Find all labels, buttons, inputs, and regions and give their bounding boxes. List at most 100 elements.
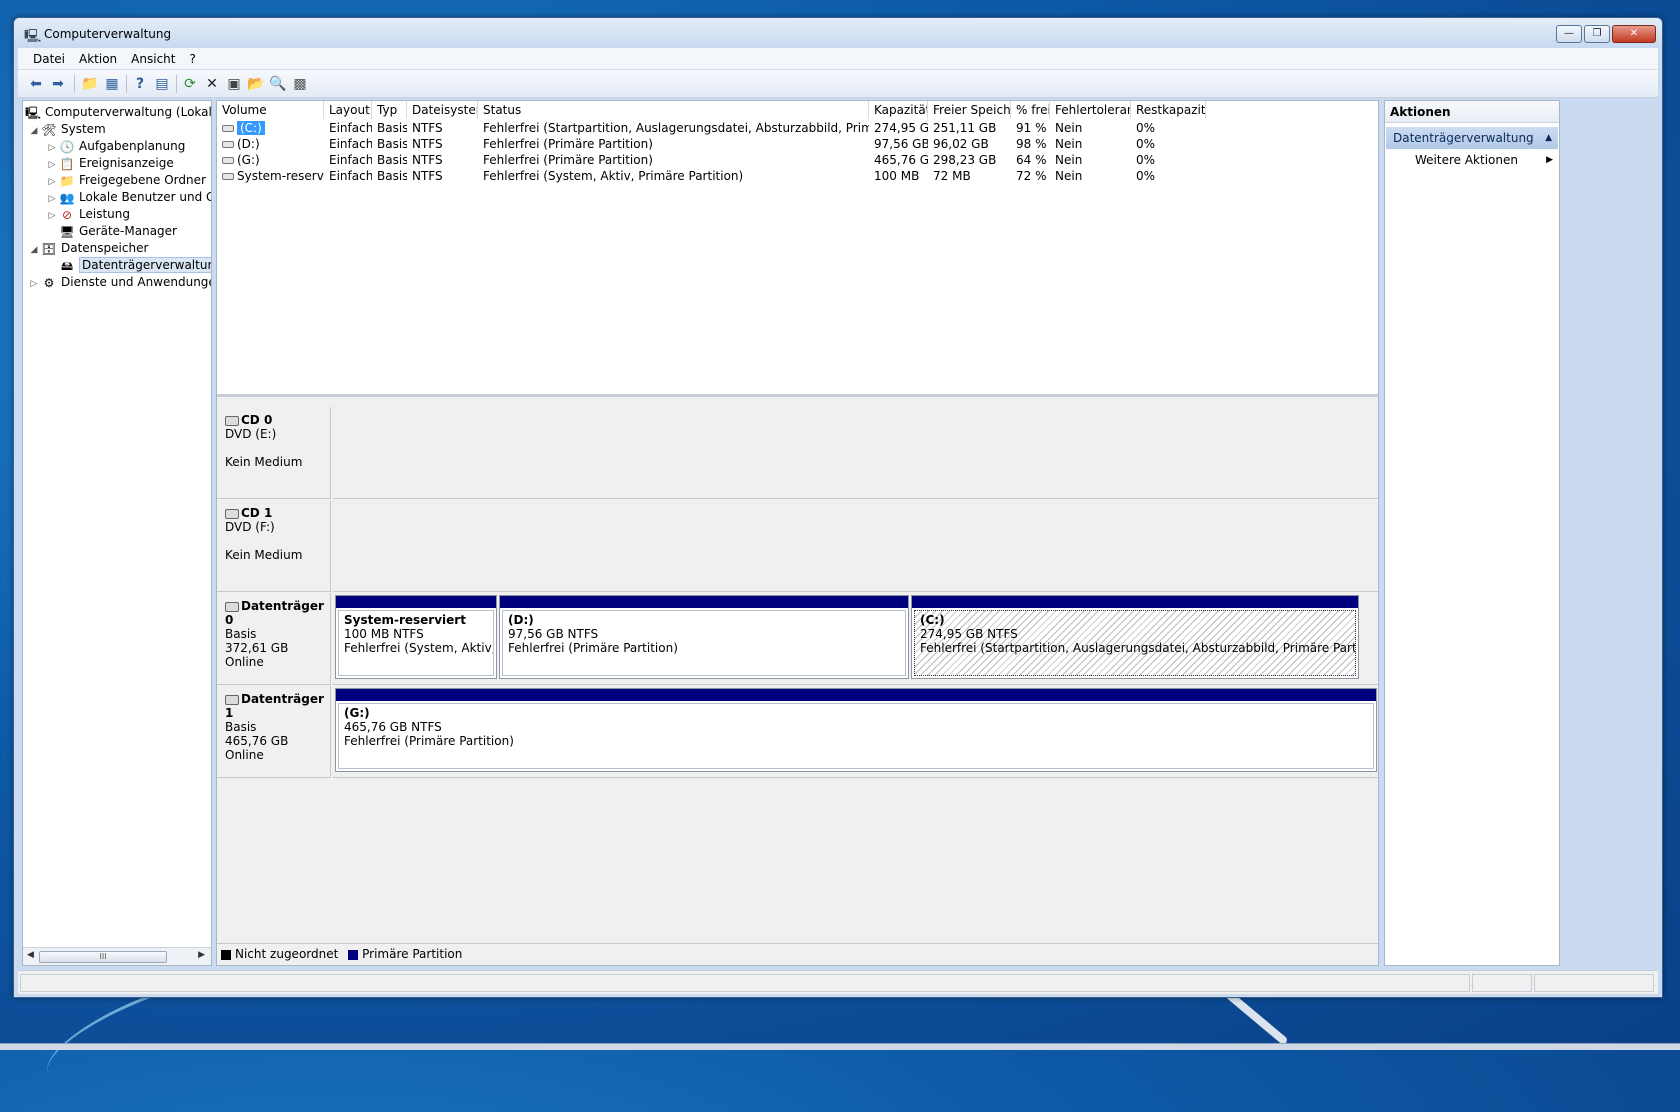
column-header-typ[interactable]: Typ: [372, 101, 407, 119]
cell-freier-speicher: 72 MB: [933, 169, 971, 183]
cell-status: Fehlerfrei (Startpartition, Auslagerungs…: [483, 121, 869, 135]
column-header-kapazitaet[interactable]: Kapazität: [869, 101, 928, 119]
volume-icon: [222, 173, 234, 180]
minimize-button[interactable]: —: [1556, 25, 1582, 43]
cell-fehlertoleranz: Nein: [1055, 137, 1083, 151]
event-log-icon: 📋: [59, 156, 75, 171]
column-header-dateisystem[interactable]: Dateisystem: [407, 101, 478, 119]
properties-icon[interactable]: ▣: [224, 74, 244, 94]
menu-datei[interactable]: Datei: [26, 48, 72, 70]
disk-graphical-view: CD 0 DVD (E:) Kein Medium CD 1 DVD (F:) …: [217, 401, 1378, 941]
column-header-prozent-frei[interactable]: % frei: [1011, 101, 1050, 119]
title-bar[interactable]: 🖳 Computerverwaltung — ❐ ✕: [14, 18, 1662, 48]
tree-item-ereignisanzeige[interactable]: ▷ 📋 Ereignisanzeige: [45, 154, 174, 172]
tree-item-root[interactable]: 🖳 Computerverwaltung (Lokal): [25, 103, 211, 121]
maximize-button[interactable]: ❐: [1584, 25, 1610, 43]
cell-layout: Einfach: [329, 121, 372, 135]
cell-prozent-frei: 72 %: [1016, 169, 1047, 183]
open-folder-icon[interactable]: 📂: [246, 74, 266, 94]
partition-name: (G:): [344, 706, 370, 720]
tree-horizontal-scrollbar[interactable]: ◀ III ▶: [23, 947, 211, 965]
disk-state: Online: [225, 748, 264, 762]
scroll-right-icon[interactable]: ▶: [198, 950, 205, 960]
collapse-up-icon[interactable]: ▲: [1545, 127, 1552, 149]
cell-dateisystem: NTFS: [412, 153, 443, 167]
search-icon[interactable]: 🔍: [268, 74, 288, 94]
expand-arrow-icon[interactable]: ▷: [45, 207, 59, 225]
tree-item-geraete-manager[interactable]: 🖥 Geräte-Manager: [59, 222, 177, 240]
tree-item-datenspeicher[interactable]: ◢ 🗄 Datenspeicher: [27, 239, 149, 259]
legend-primary: Primäre Partition: [362, 947, 463, 961]
tree-item-lokale-benutzer[interactable]: ▷ 👥 Lokale Benutzer und Gr: [45, 188, 211, 206]
computer-management-icon: 🖳: [24, 29, 42, 44]
menu-aktion[interactable]: Aktion: [72, 48, 124, 70]
refresh-icon[interactable]: ⟳: [180, 74, 200, 94]
disk-state: Online: [225, 655, 264, 669]
partition-size: 100 MB NTFS: [344, 627, 424, 641]
tree-item-system[interactable]: ◢ 🛠 System: [27, 120, 106, 138]
partition-size: 465,76 GB NTFS: [344, 720, 442, 734]
column-header-volume[interactable]: Volume: [217, 101, 324, 119]
actions-title: Aktionen: [1385, 101, 1559, 123]
tree-item-datentraegerverwaltung[interactable]: 🖴 Datenträgerverwaltung: [59, 256, 211, 274]
cell-prozent-frei: 98 %: [1016, 137, 1047, 151]
disk-label-cd0[interactable]: CD 0 DVD (E:) Kein Medium: [217, 407, 331, 499]
volume-icon: [222, 157, 234, 164]
menu-help[interactable]: ?: [182, 48, 202, 70]
cell-fehlertoleranz: Nein: [1055, 153, 1083, 167]
disk-label-cd1[interactable]: CD 1 DVD (F:) Kein Medium: [217, 500, 331, 592]
disk-management-icon: 🖴: [60, 258, 74, 273]
show-action-pane-icon[interactable]: ▤: [152, 74, 172, 94]
scroll-thumb[interactable]: III: [39, 951, 167, 963]
delete-icon[interactable]: ✕: [202, 74, 222, 94]
legend: Nicht zugeordnet Primäre Partition: [217, 943, 1378, 965]
close-button[interactable]: ✕: [1612, 25, 1656, 43]
clock-icon: 🕓: [59, 139, 75, 154]
tree-item-aufgabenplanung[interactable]: ▷ 🕓 Aufgabenplanung: [45, 137, 186, 155]
storage-icon: 🗄: [41, 241, 57, 256]
partition-c[interactable]: (C:) 274,95 GB NTFS Fehlerfrei (Startpar…: [911, 595, 1359, 679]
cell-kapazitaet: 465,76 GB: [874, 153, 928, 167]
cell-kapazitaet: 100 MB: [874, 169, 920, 183]
expand-arrow-icon[interactable]: ▷: [27, 275, 41, 293]
partition-status: Fehlerfrei (Primäre Partition): [508, 641, 678, 655]
show-hide-tree-icon[interactable]: ▦: [102, 74, 122, 94]
menu-ansicht[interactable]: Ansicht: [124, 48, 182, 70]
collapse-arrow-icon[interactable]: ◢: [27, 241, 41, 259]
scroll-left-icon[interactable]: ◀: [27, 950, 34, 960]
partition-size: 97,56 GB NTFS: [508, 627, 599, 641]
column-header-restkapazitaet[interactable]: Restkapazität: [1131, 101, 1206, 119]
cell-restkapazitaet: 0%: [1136, 121, 1156, 135]
column-header-status[interactable]: Status: [478, 101, 869, 119]
tree-item-freigegebene-ordner[interactable]: ▷ 📁 Freigegebene Ordner: [45, 171, 206, 189]
partition-d[interactable]: (D:) 97,56 GB NTFS Fehlerfrei (Primäre P…: [499, 595, 909, 679]
up-folder-icon[interactable]: 📁: [80, 74, 100, 94]
collapse-arrow-icon[interactable]: ◢: [27, 122, 41, 140]
disk-label-datentraeger-0[interactable]: Datenträger 0 Basis 372,61 GB Online: [217, 593, 331, 685]
disk-type: Basis: [225, 720, 257, 734]
disk-name: CD 0: [241, 413, 273, 427]
toolbar-separator: [176, 75, 177, 93]
back-arrow-icon[interactable]: ⬅: [26, 74, 46, 94]
settings-icon[interactable]: ▩: [290, 74, 310, 94]
tree-item-dienste[interactable]: ▷ ⚙ Dienste und Anwendungen: [27, 273, 211, 293]
action-weitere-aktionen[interactable]: Weitere Aktionen ▶: [1385, 149, 1559, 171]
column-header-freier-speicher[interactable]: Freier Speicher: [928, 101, 1011, 119]
partition-system-reserviert[interactable]: System-reserviert 100 MB NTFS Fehlerfrei…: [335, 595, 497, 679]
actions-pane: Aktionen Datenträgerverwaltung ▲ Weitere …: [1384, 100, 1560, 966]
forward-arrow-icon[interactable]: ➡: [48, 74, 68, 94]
disk-size: 465,76 GB: [225, 734, 289, 748]
shared-folder-icon: 📁: [59, 173, 75, 188]
section-label: Datenträgerverwaltung: [1393, 131, 1534, 145]
hard-disk-icon: [225, 601, 239, 612]
status-bar: [18, 970, 1658, 994]
cell-dateisystem: NTFS: [412, 121, 443, 135]
cell-restkapazitaet: 0%: [1136, 137, 1156, 151]
column-header-fehlertoleranz[interactable]: Fehlertoleranz: [1050, 101, 1131, 119]
tree-item-leistung[interactable]: ▷ ⊘ Leistung: [45, 205, 130, 223]
column-header-layout[interactable]: Layout: [324, 101, 372, 119]
help-icon[interactable]: ?: [130, 74, 150, 94]
disk-label-datentraeger-1[interactable]: Datenträger 1 Basis 465,76 GB Online: [217, 686, 331, 778]
partition-g[interactable]: (G:) 465,76 GB NTFS Fehlerfrei (Primäre …: [335, 688, 1377, 772]
actions-section-datentraegerverwaltung[interactable]: Datenträgerverwaltung ▲: [1386, 127, 1558, 149]
